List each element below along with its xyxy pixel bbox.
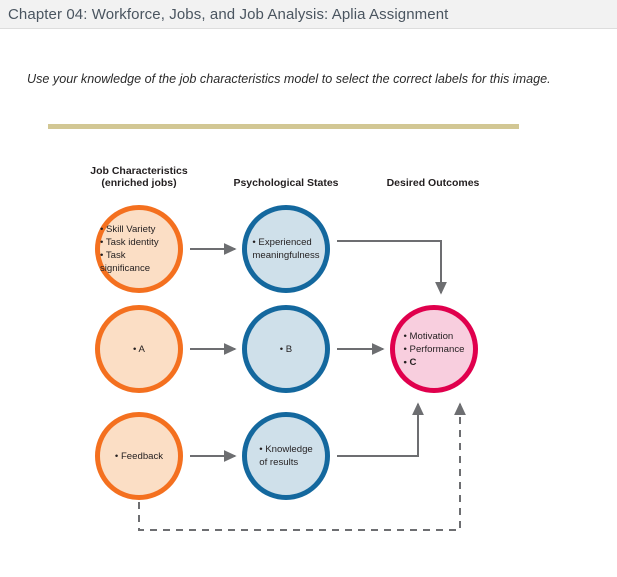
column-heading-psychological-states: Psychological States (233, 177, 339, 189)
node-job-characteristics-feedback[interactable]: • Feedback (95, 412, 183, 500)
job-characteristics-model-diagram: Job Characteristics (enriched jobs) Psyc… (0, 0, 617, 577)
node-job-characteristics-1[interactable]: • Skill Variety • Task identity • Task s… (95, 205, 183, 293)
node-label: • Knowledge of results (259, 444, 313, 468)
arrow-ps1-to-outcomes (337, 240, 447, 295)
node-label: • A (133, 343, 145, 355)
node-label: • B (279, 343, 293, 355)
node-label: • Experienced meaningfulness (252, 237, 320, 261)
column-heading-desired-outcomes: Desired Outcomes (386, 177, 480, 189)
node-desired-outcomes[interactable]: • Motivation • Performance • C (390, 305, 478, 393)
outcome-line-3: • C (403, 356, 417, 368)
node-label: • Motivation • Performance • C (404, 330, 465, 369)
node-label: • Feedback (114, 450, 164, 462)
outcome-line-1: • Motivation (403, 330, 454, 342)
node-label: • Skill Variety • Task identity • Task s… (100, 224, 159, 274)
column-heading-job-characteristics: Job Characteristics (enriched jobs) (90, 165, 188, 189)
arrow-ps3-to-outcomes (337, 402, 424, 457)
node-psychological-state-3[interactable]: • Knowledge of results (242, 412, 330, 500)
node-job-characteristics-placeholder-a[interactable]: • A (95, 305, 183, 393)
node-psychological-state-1[interactable]: • Experienced meaningfulness (242, 205, 330, 293)
node-psychological-state-placeholder-b[interactable]: • B (242, 305, 330, 393)
outcome-line-2: • Performance (403, 343, 465, 355)
